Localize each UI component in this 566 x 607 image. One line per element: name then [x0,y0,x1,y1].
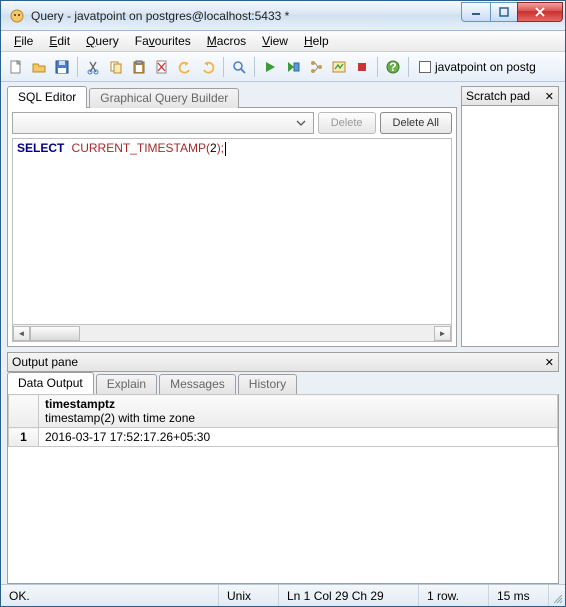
toolbar-separator [408,57,409,77]
menu-file[interactable]: File [7,32,40,50]
copy-icon[interactable] [105,56,127,78]
menu-edit[interactable]: Edit [42,32,77,50]
connection-label: javatpoint on postg [435,60,536,74]
editor-controls: Delete Delete All [12,112,452,134]
text-cursor [225,142,226,156]
result-grid[interactable]: timestamptztimestamp(2) with time zone 1… [8,394,558,447]
find-icon[interactable] [228,56,250,78]
result-cell[interactable]: 2016-03-17 17:52:17.26+05:30 [39,428,558,447]
output-pane-header[interactable]: Output pane ✕ [7,352,559,372]
scratch-pad-header[interactable]: Scratch pad ✕ [461,86,559,106]
toolbar: ? javatpoint on postg [1,52,565,82]
app-icon [9,8,25,24]
delete-all-button[interactable]: Delete All [380,112,452,134]
tab-explain[interactable]: Explain [96,374,157,394]
history-combo[interactable] [12,112,314,134]
tab-sql-editor[interactable]: SQL Editor [7,86,87,108]
tab-graphical-builder[interactable]: Graphical Query Builder [89,88,239,108]
connection-checkbox[interactable] [419,61,431,73]
status-rows: 1 row. [419,585,489,606]
close-output-icon[interactable]: ✕ [545,356,554,369]
tab-messages[interactable]: Messages [159,374,236,394]
status-bar: OK. Unix Ln 1 Col 29 Ch 29 1 row. 15 ms [1,584,565,606]
sql-textarea[interactable]: SELECT CURRENT_TIMESTAMP(2); [12,138,452,325]
editor-pane: SQL Editor Graphical Query Builder Delet… [7,86,457,347]
status-time: 15 ms [489,585,549,606]
toolbar-separator [77,57,78,77]
tab-data-output[interactable]: Data Output [7,372,94,394]
explain-icon[interactable] [305,56,327,78]
status-message: OK. [1,585,219,606]
minimize-button[interactable] [461,2,491,22]
scroll-left-icon[interactable]: ◄ [13,326,30,341]
editor-body: Delete Delete All SELECT CURRENT_TIMESTA… [7,107,457,347]
redo-icon[interactable] [197,56,219,78]
scroll-track[interactable] [30,326,434,341]
status-position: Ln 1 Col 29 Ch 29 [279,585,419,606]
table-header-row: timestamptztimestamp(2) with time zone [9,395,558,428]
execute-pgscript-icon[interactable] [282,56,304,78]
connection-selector[interactable]: javatpoint on postg [419,60,536,74]
table-row[interactable]: 1 2016-03-17 17:52:17.26+05:30 [9,428,558,447]
save-icon[interactable] [51,56,73,78]
help-icon[interactable]: ? [382,56,404,78]
close-button[interactable] [517,2,563,22]
delete-button[interactable]: Delete [318,112,376,134]
horizontal-scrollbar[interactable]: ◄ ► [12,325,452,342]
top-split: SQL Editor Graphical Query Builder Delet… [7,86,559,347]
menu-favourites[interactable]: Favourites [128,32,198,50]
clear-icon[interactable] [151,56,173,78]
output-body: timestamptztimestamp(2) with time zone 1… [7,394,559,584]
scroll-thumb[interactable] [30,326,80,341]
cancel-icon[interactable] [351,56,373,78]
toolbar-separator [377,57,378,77]
scratch-pad-body[interactable] [461,106,559,347]
row-header-blank[interactable] [9,395,39,428]
scroll-right-icon[interactable]: ► [434,326,451,341]
scratch-pad-title: Scratch pad [466,89,530,103]
output-pane-title: Output pane [12,355,78,369]
toolbar-separator [223,57,224,77]
svg-text:?: ? [389,60,396,74]
new-icon[interactable] [5,56,27,78]
output-tabs: Data Output Explain Messages History [7,372,559,394]
title-bar[interactable]: Query - javatpoint on postgres@localhost… [1,1,565,31]
app-window: Query - javatpoint on postgres@localhost… [0,0,566,607]
chevron-down-icon [293,115,309,131]
menu-view[interactable]: View [255,32,295,50]
scratch-pad-pane: Scratch pad ✕ [461,86,559,347]
client-area: SQL Editor Graphical Query Builder Delet… [1,82,565,584]
window-title: Query - javatpoint on postgres@localhost… [31,9,462,23]
grid-empty-area [8,447,558,583]
menu-query[interactable]: Query [79,32,126,50]
toolbar-separator [254,57,255,77]
undo-icon[interactable] [174,56,196,78]
row-number[interactable]: 1 [9,428,39,447]
paste-icon[interactable] [128,56,150,78]
execute-icon[interactable] [259,56,281,78]
status-encoding: Unix [219,585,279,606]
tab-history[interactable]: History [238,374,297,394]
resize-grip-icon[interactable] [549,585,565,606]
menu-macros[interactable]: Macros [200,32,253,50]
menu-bar: File Edit Query Favourites Macros View H… [1,31,565,52]
maximize-button[interactable] [490,2,518,22]
open-icon[interactable] [28,56,50,78]
explain-analyze-icon[interactable] [328,56,350,78]
window-controls [462,2,563,22]
column-header[interactable]: timestamptztimestamp(2) with time zone [39,395,558,428]
cut-icon[interactable] [82,56,104,78]
editor-tabs: SQL Editor Graphical Query Builder [7,86,457,108]
menu-help[interactable]: Help [297,32,336,50]
close-scratch-icon[interactable]: ✕ [545,90,554,103]
